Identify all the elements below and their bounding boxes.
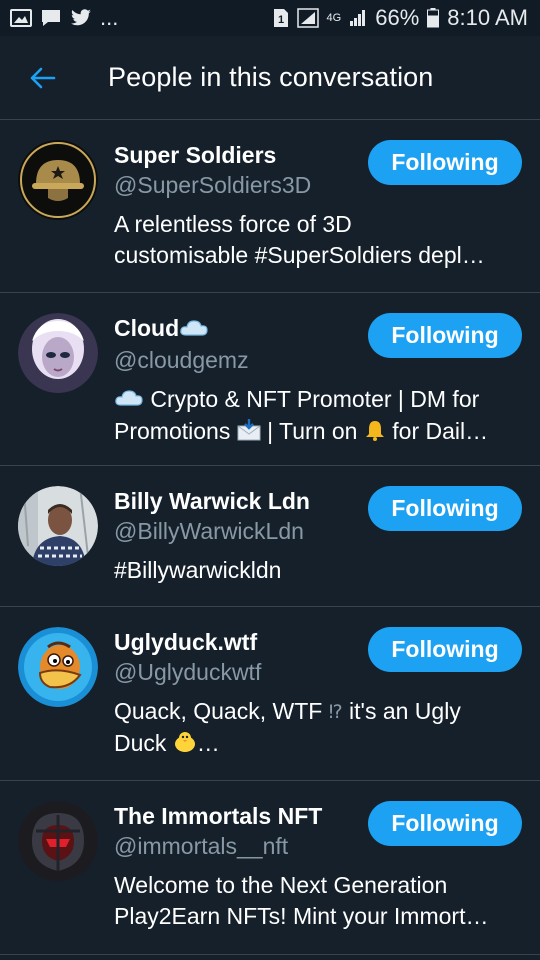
bio-text: | Turn on	[267, 418, 358, 445]
avatar[interactable]	[18, 801, 98, 881]
bell-emoji-icon	[364, 418, 386, 449]
bio: Welcome to the Next Generation Play2Earn…	[114, 870, 522, 932]
bio-text: Crypto & NFT Promoter | DM for	[150, 385, 480, 412]
following-button[interactable]: Following	[368, 801, 522, 846]
bio-line: A relentless force of 3D	[114, 211, 352, 237]
bio-line: Welcome to the Next Generation	[114, 872, 448, 898]
baby-chick-emoji-icon	[173, 730, 197, 761]
following-button[interactable]: Following	[368, 627, 522, 672]
following-button[interactable]: Following	[368, 486, 522, 531]
bio-line: Quack, Quack, WTF ⁉ it's an Ugly	[114, 696, 522, 728]
message-notification-icon	[40, 8, 62, 28]
bio: A relentless force of 3D customisable #S…	[114, 209, 522, 271]
bio-text: it's an Ugly	[349, 698, 461, 724]
cloud-emoji-icon	[179, 315, 209, 345]
bio-text: Duck	[114, 730, 167, 757]
sim-icon: 1	[273, 8, 289, 28]
status-bar: ... 1 4G 66% 8:10 AM	[0, 0, 540, 36]
bio-line: Promotions | Turn on for Dail…	[114, 416, 522, 448]
envelope-download-emoji-icon	[237, 418, 261, 449]
network-type: 4G	[326, 11, 342, 24]
twitter-notification-icon	[70, 9, 92, 27]
bio: #Billywarwickldn	[114, 555, 522, 586]
bio-line: Crypto & NFT Promoter | DM for	[114, 384, 522, 416]
bio-line: Duck …	[114, 728, 522, 760]
person-row[interactable]: Cloud @cloudgemz Crypto & NFT Promoter |…	[0, 293, 540, 466]
bio-text: Quack, Quack, WTF	[114, 698, 323, 724]
app-bar: People in this conversation	[0, 36, 540, 120]
following-button[interactable]: Following	[368, 140, 522, 185]
following-button[interactable]: Following	[368, 313, 522, 358]
bio-line: #Billywarwickldn	[114, 557, 282, 583]
svg-text:1: 1	[277, 14, 283, 26]
status-bar-left: ...	[10, 5, 118, 31]
bio-text: …	[196, 730, 220, 757]
signal-icon	[349, 9, 367, 27]
bio: Quack, Quack, WTF ⁉ it's an Ugly Duck …	[114, 696, 522, 761]
bio-text: for Dail…	[392, 418, 489, 445]
more-notifications: ...	[100, 5, 119, 30]
arrow-left-icon	[30, 67, 56, 88]
people-list: Super Soldiers @SuperSoldiers3D A relent…	[0, 120, 540, 955]
person-row[interactable]: Billy Warwick Ldn @BillyWarwickLdn #Bill…	[0, 466, 540, 607]
display-name: Cloud	[114, 315, 180, 341]
interrobang-emoji-icon: ⁉	[328, 702, 343, 724]
person-row[interactable]: The Immortals NFT @immortals__nft Welcom…	[0, 781, 540, 955]
avatar[interactable]	[18, 313, 98, 393]
avatar[interactable]	[18, 486, 98, 566]
person-row[interactable]: Uglyduck.wtf @Uglyduckwtf Quack, Quack, …	[0, 607, 540, 781]
page-title: People in this conversation	[108, 62, 434, 92]
bio: Crypto & NFT Promoter | DM for Promotion…	[114, 384, 522, 449]
back-button[interactable]	[0, 36, 84, 120]
battery-icon	[427, 8, 440, 28]
person-row[interactable]: Super Soldiers @SuperSoldiers3D A relent…	[0, 120, 540, 293]
battery-percent: 66%	[375, 5, 420, 30]
status-bar-right: 1 4G 66% 8:10 AM	[273, 5, 528, 31]
bio-line: Play2Earn NFTs! Mint your Immort…	[114, 903, 489, 929]
clock: 8:10 AM	[447, 5, 528, 30]
bio-text: Promotions	[114, 418, 231, 445]
gallery-notification-icon	[10, 9, 32, 27]
avatar[interactable]	[18, 627, 98, 707]
bio-line: customisable #SuperSoldiers depl…	[114, 242, 485, 268]
avatar[interactable]	[18, 140, 98, 220]
signal-sim1-icon	[296, 8, 319, 28]
cloud-emoji-icon	[114, 385, 144, 416]
network-4g-icon: 4G	[326, 11, 342, 24]
